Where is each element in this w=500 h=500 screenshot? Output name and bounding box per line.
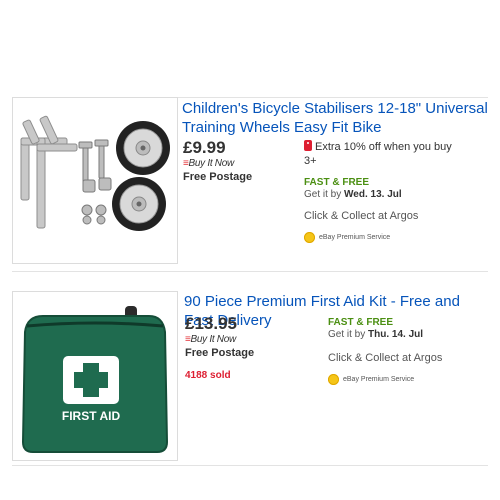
click-collect: Click & Collect at Argos bbox=[328, 352, 443, 364]
offer-tag-icon bbox=[304, 140, 312, 151]
premium-service: eBay Premium Service bbox=[328, 374, 442, 385]
delivery-estimate: Get it by Thu. 14. Jul bbox=[328, 329, 424, 340]
buy-it-now-label: ≡Buy It Now bbox=[183, 158, 234, 169]
premium-service-icon bbox=[304, 232, 315, 243]
first-aid-label: FIRST AID bbox=[62, 409, 121, 423]
bicycle-stabilisers-image bbox=[20, 115, 170, 231]
fast-free-badge: FAST & FREE bbox=[304, 177, 370, 188]
listing-item[interactable]: Children's Bicycle Stabilisers 12-18" Un… bbox=[12, 97, 488, 269]
buy-it-now-label: ≡Buy It Now bbox=[185, 334, 236, 345]
middle-divider bbox=[12, 271, 488, 272]
listing-price: £13.95 bbox=[185, 314, 237, 333]
product-image-stabilisers[interactable] bbox=[12, 97, 178, 264]
postage-info: Free Postage bbox=[183, 171, 253, 183]
first-aid-kit-image: FIRST AID bbox=[21, 306, 169, 453]
offer-text: Extra 10% off when you buy 3+ bbox=[304, 140, 452, 167]
listing-title-link[interactable]: Children's Bicycle Stabilisers 12-18" Un… bbox=[182, 99, 488, 137]
listing-item[interactable]: FIRST AID 90 Piece Premium First Aid Kit… bbox=[12, 281, 488, 461]
listing-details: Extra 10% off when you buy 3+ FAST & FRE… bbox=[304, 140, 454, 243]
delivery-estimate: Get it by Wed. 13. Jul bbox=[304, 189, 402, 200]
listing-details: FAST & FREE Get it by Thu. 14. Jul Click… bbox=[328, 317, 442, 385]
postage-info: Free Postage bbox=[185, 347, 255, 359]
click-collect: Click & Collect at Argos bbox=[304, 210, 419, 222]
fast-free-badge: FAST & FREE bbox=[328, 317, 394, 328]
sold-count: 4188 sold bbox=[185, 370, 231, 381]
listing-price: £9.99 bbox=[183, 138, 226, 157]
bottom-divider bbox=[12, 465, 488, 466]
premium-service: eBay Premium Service bbox=[304, 232, 454, 243]
premium-service-icon bbox=[328, 374, 339, 385]
product-image-first-aid[interactable]: FIRST AID bbox=[12, 291, 178, 461]
